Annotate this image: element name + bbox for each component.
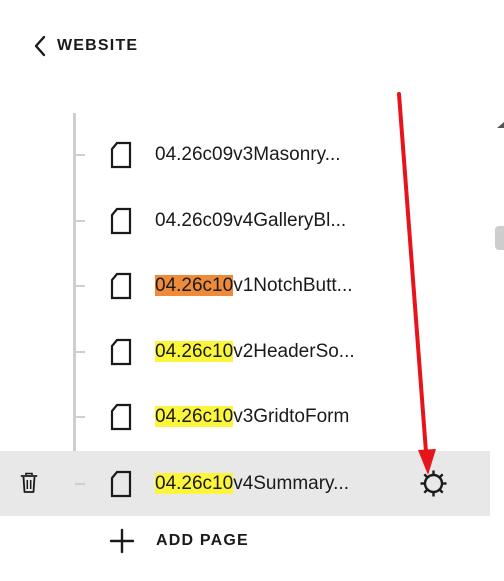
scrollbar-thumb[interactable]: [495, 226, 504, 250]
add-page-label: ADD PAGE: [156, 532, 249, 549]
page-title-prefix: 04.26c10: [155, 341, 234, 362]
gear-icon[interactable]: [419, 469, 448, 498]
page-title-rest: v3GridtoForm: [233, 406, 350, 427]
page-icon: [110, 207, 132, 235]
tree-branch-tick: [75, 351, 85, 353]
trash-icon[interactable]: [20, 472, 38, 494]
back-link-label: WEBSITE: [57, 37, 139, 54]
page-title-rest: 04.26c09v4GalleryBl...: [155, 210, 347, 231]
page-title: 04.26c10v3GridtoForm: [155, 404, 349, 430]
page-title: 04.26c09v3Masonry...: [155, 142, 341, 168]
page-row[interactable]: 04.26c09v3Masonry...: [0, 122, 490, 187]
tree-branch-tick: [75, 285, 85, 287]
page-title-prefix: 04.26c10: [155, 275, 234, 296]
page-icon: [110, 338, 132, 366]
tree-branch-tick: [75, 416, 85, 418]
page-title-prefix: 04.26c10: [155, 406, 234, 427]
page-row[interactable]: 04.26c09v4GalleryBl...: [0, 188, 490, 253]
page-row[interactable]: 04.26c10v1NotchButt...: [0, 253, 490, 318]
chevron-left-icon: [34, 35, 46, 57]
page-icon: [110, 141, 132, 169]
page-title-prefix: 04.26c10: [155, 473, 234, 494]
back-to-website-link[interactable]: WEBSITE: [32, 33, 138, 59]
tree-branch-tick: [75, 154, 85, 156]
plus-icon: [109, 528, 135, 554]
page-row[interactable]: 04.26c10v2HeaderSo...: [0, 319, 490, 384]
scrollbar[interactable]: [492, 100, 504, 581]
page-row[interactable]: 04.26c10v3GridtoForm: [0, 384, 490, 449]
page-icon: [110, 403, 132, 431]
add-page-button[interactable]: ADD PAGE: [109, 526, 249, 556]
page-icon: [110, 470, 132, 498]
page-title: 04.26c10v2HeaderSo...: [155, 339, 355, 365]
tree-branch-tick: [75, 220, 85, 222]
page-title-rest: 04.26c09v3Masonry...: [155, 144, 341, 165]
page-title: 04.26c10v1NotchButt...: [155, 273, 353, 299]
page-title-rest: v4Summary...: [233, 473, 349, 494]
tree-branch-tick: [75, 483, 85, 485]
page-row-selected[interactable]: 04.26c10v4Summary...: [0, 451, 490, 516]
page-title: 04.26c10v4Summary...: [155, 471, 349, 497]
page-title-rest: v2HeaderSo...: [233, 341, 355, 362]
page-title-rest: v1NotchButt...: [233, 275, 353, 296]
scroll-up-arrow-icon[interactable]: [494, 120, 504, 130]
page-icon: [110, 272, 132, 300]
page-title: 04.26c09v4GalleryBl...: [155, 208, 346, 234]
